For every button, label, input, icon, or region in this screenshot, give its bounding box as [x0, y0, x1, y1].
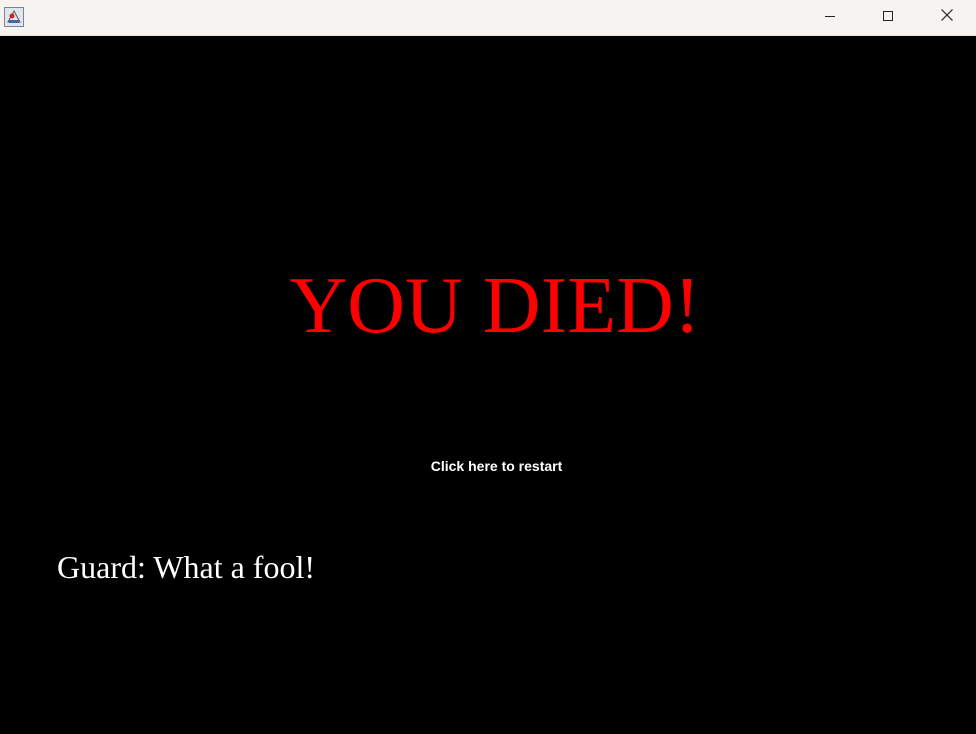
- minimize-button[interactable]: [801, 0, 859, 35]
- restart-button[interactable]: Click here to restart: [0, 458, 976, 474]
- maximize-icon: [882, 9, 894, 27]
- guard-dialogue: Guard: What a fool!: [57, 549, 315, 585]
- title-bar: [0, 0, 976, 36]
- maximize-button[interactable]: [859, 0, 917, 35]
- death-message: YOU DIED!: [289, 262, 701, 350]
- game-window: YOU DIED! Click here to restart Guard: W…: [0, 0, 976, 734]
- java-app-icon[interactable]: [4, 7, 24, 27]
- minimize-icon: [824, 9, 836, 27]
- close-icon: [940, 8, 954, 27]
- game-over-screen: YOU DIED! Click here to restart Guard: W…: [0, 36, 976, 734]
- close-button[interactable]: [918, 0, 976, 35]
